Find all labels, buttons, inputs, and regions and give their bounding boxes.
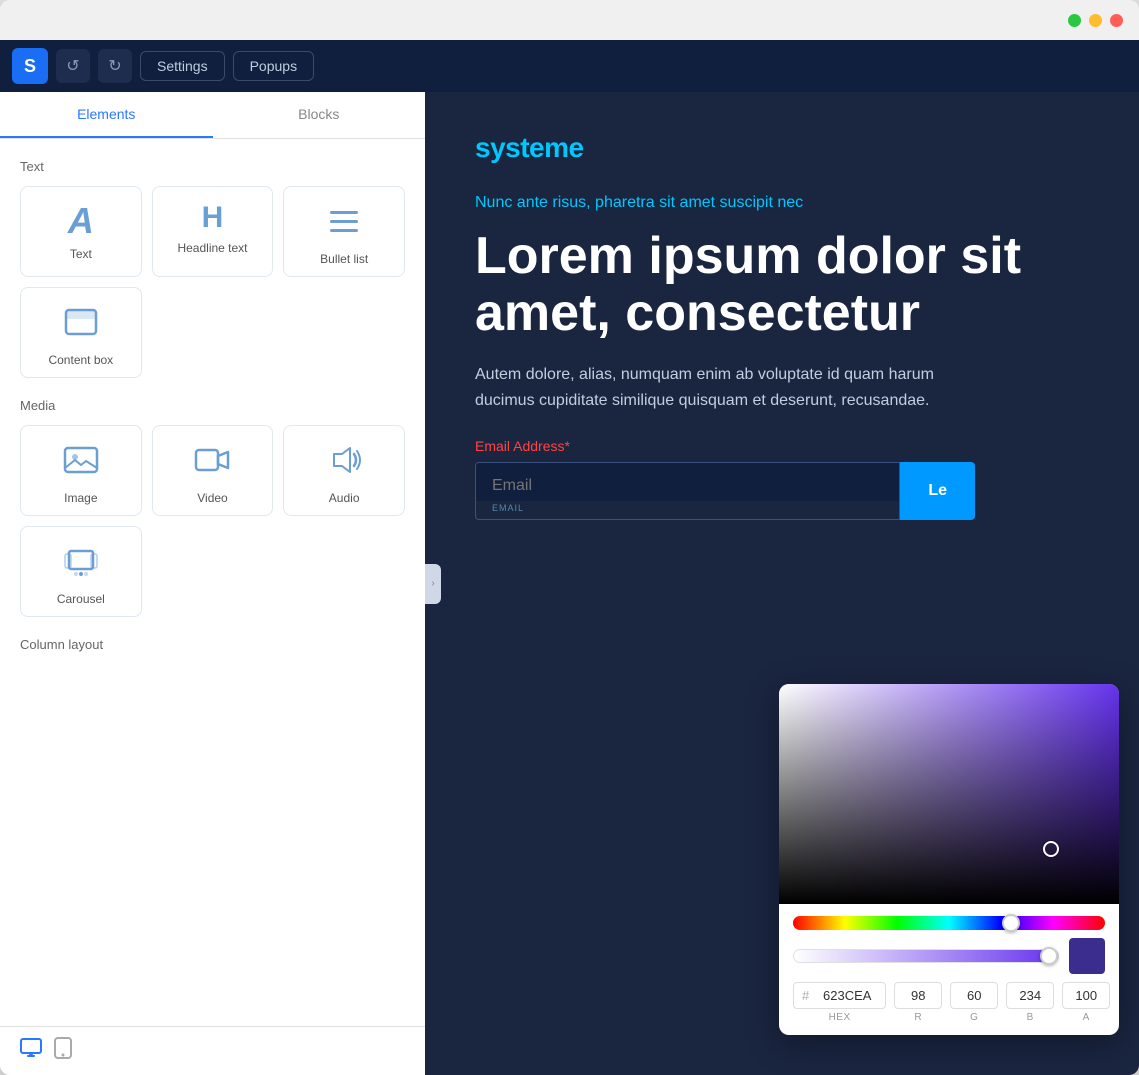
left-panel: Elements Blocks Text A Text	[0, 92, 425, 1075]
element-card-carousel[interactable]: Carousel	[20, 526, 142, 617]
carousel-label: Carousel	[57, 592, 105, 606]
color-swatch-preview	[1069, 938, 1105, 974]
alpha-slider[interactable]	[793, 949, 1059, 963]
video-icon	[194, 442, 230, 483]
logo-button[interactable]: S	[12, 48, 48, 84]
color-gradient-area[interactable]	[779, 684, 1119, 904]
contentbox-label: Content box	[48, 353, 113, 367]
element-card-image[interactable]: Image	[20, 425, 142, 516]
element-card-bulletlist[interactable]: Bullet list	[283, 186, 405, 277]
tab-elements[interactable]: Elements	[0, 92, 213, 138]
brand-name: systeme	[475, 132, 1089, 164]
canvas-email-label: Email Address*	[475, 438, 1089, 454]
settings-button[interactable]: Settings	[140, 51, 225, 81]
bulletlist-icon	[326, 203, 362, 244]
undo-button[interactable]: ↺	[56, 49, 90, 83]
b-label: B	[1027, 1012, 1034, 1023]
app-container: S ↺ ↻ Settings Popups Elements Blocks Te…	[0, 40, 1139, 1075]
element-card-text[interactable]: A Text	[20, 186, 142, 277]
panel-tabs: Elements Blocks	[0, 92, 425, 139]
minimize-button[interactable]	[1089, 14, 1102, 27]
alpha-slider-row	[793, 938, 1105, 974]
section-media-label: Media	[20, 398, 405, 413]
color-picker-cursor	[1043, 841, 1059, 857]
r-label: R	[914, 1012, 922, 1023]
b-input[interactable]	[1006, 982, 1054, 1009]
hex-prefix: #	[794, 983, 813, 1008]
title-bar	[0, 0, 1139, 40]
g-input[interactable]	[950, 982, 998, 1009]
color-picker-controls: # HEX R G	[779, 904, 1119, 1035]
element-card-video[interactable]: Video	[152, 425, 274, 516]
canvas-subheading: Nunc ante risus, pharetra sit amet susci…	[475, 194, 1089, 212]
page-content: systeme Nunc ante risus, pharetra sit am…	[425, 92, 1139, 560]
hex-input[interactable]	[813, 983, 885, 1008]
alpha-slider-thumb[interactable]	[1040, 947, 1058, 965]
email-input[interactable]	[476, 463, 899, 501]
text-elements-grid: A Text H Headline text	[20, 186, 405, 378]
close-button[interactable]	[1110, 14, 1123, 27]
elements-area[interactable]: Text A Text H Headline text	[0, 139, 425, 1026]
text-icon: A	[68, 203, 94, 239]
panel-footer	[0, 1026, 425, 1075]
element-card-headline[interactable]: H Headline text	[152, 186, 274, 277]
a-value-group: A	[1062, 982, 1110, 1023]
a-input[interactable]	[1062, 982, 1110, 1009]
text-label: Text	[70, 247, 92, 261]
canvas-body-text: Autem dolore, alias, numquam enim ab vol…	[475, 362, 965, 413]
panel-collapse-button[interactable]: ›	[425, 564, 441, 604]
redo-button[interactable]: ↻	[98, 49, 132, 83]
hex-value-group: # HEX	[793, 982, 886, 1023]
maximize-button[interactable]	[1068, 14, 1081, 27]
g-value-group: G	[950, 982, 998, 1023]
image-icon	[63, 442, 99, 483]
toolbar: S ↺ ↻ Settings Popups	[0, 40, 1139, 92]
window-controls	[1068, 14, 1123, 27]
mobile-view-button[interactable]	[54, 1037, 72, 1065]
main-content: Elements Blocks Text A Text	[0, 92, 1139, 1075]
window-chrome: S ↺ ↻ Settings Popups Elements Blocks Te…	[0, 0, 1139, 1075]
carousel-icon	[63, 543, 99, 584]
cta-button[interactable]: Le	[900, 462, 975, 520]
hue-slider-thumb[interactable]	[1002, 914, 1020, 932]
contentbox-icon	[63, 304, 99, 345]
r-value-group: R	[894, 982, 942, 1023]
video-label: Video	[197, 491, 227, 505]
audio-icon	[326, 442, 362, 483]
desktop-view-button[interactable]	[20, 1037, 42, 1065]
color-picker-popup: # HEX R G	[779, 684, 1119, 1035]
hue-slider-row	[793, 916, 1105, 930]
b-value-group: B	[1006, 982, 1054, 1023]
hue-slider[interactable]	[793, 916, 1105, 930]
a-label: A	[1083, 1012, 1090, 1023]
canvas-form-row: EMAIL Le	[475, 462, 975, 520]
headline-label: Headline text	[177, 241, 247, 255]
email-sublabel: EMAIL	[476, 501, 899, 519]
color-value-row: # HEX R G	[793, 982, 1105, 1023]
element-card-contentbox[interactable]: Content box	[20, 287, 142, 378]
r-input[interactable]	[894, 982, 942, 1009]
canvas-area: systeme Nunc ante risus, pharetra sit am…	[425, 92, 1139, 1075]
bulletlist-label: Bullet list	[320, 252, 368, 266]
hex-label: HEX	[829, 1012, 851, 1023]
audio-label: Audio	[329, 491, 360, 505]
headline-icon: H	[202, 203, 224, 233]
g-label: G	[970, 1012, 978, 1023]
popups-button[interactable]: Popups	[233, 51, 314, 81]
tab-blocks[interactable]: Blocks	[213, 92, 426, 138]
section-text-label: Text	[20, 159, 405, 174]
media-elements-grid: Image Video	[20, 425, 405, 617]
section-layout-label: Column layout	[20, 637, 405, 652]
email-input-wrapper: EMAIL	[475, 462, 900, 520]
canvas-main-heading: Lorem ipsum dolor sit amet, consectetur	[475, 228, 1089, 342]
element-card-audio[interactable]: Audio	[283, 425, 405, 516]
image-label: Image	[64, 491, 97, 505]
